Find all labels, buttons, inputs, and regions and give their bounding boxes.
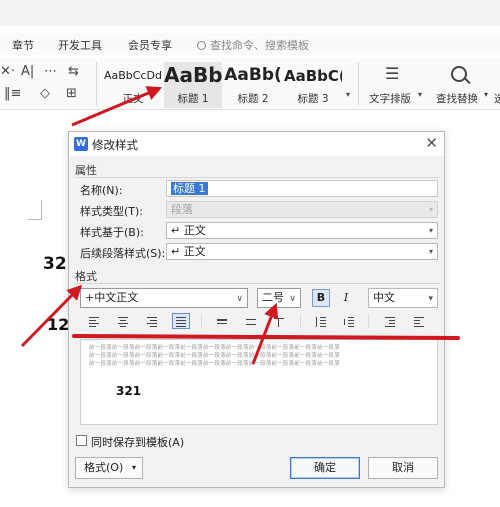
save-to-template-label[interactable]: 同时保存到模板(A): [91, 434, 184, 450]
dialog-title: 修改样式: [92, 138, 138, 152]
style-heading-2[interactable]: AaBb( 标题 2: [224, 62, 282, 108]
style-type-label: 样式类型(T):: [80, 205, 144, 218]
clear-format-icon[interactable]: ✕·: [0, 64, 15, 79]
chevron-down-icon: ▾: [418, 90, 423, 99]
line-spacing-icon[interactable]: ‖≡: [4, 86, 21, 101]
based-on-select[interactable]: ↵ 正文 ▾: [166, 222, 438, 239]
based-on-value: ↵ 正文: [171, 224, 206, 237]
menu-bar: 章节 开发工具 会员专享 查找命令、搜索模板: [0, 33, 500, 55]
name-label: 名称(N):: [80, 184, 123, 197]
cancel-button[interactable]: 取消: [368, 457, 438, 479]
search-icon: [197, 41, 206, 50]
menu-chapter[interactable]: 章节: [12, 37, 34, 53]
chevron-down-icon: ▾: [428, 205, 433, 214]
separator: [201, 314, 202, 328]
preview-sample-text: 321: [116, 384, 142, 398]
border-icon[interactable]: ⊞: [66, 86, 77, 101]
next-style-select[interactable]: ↵ 正文 ▾: [166, 243, 438, 260]
text-layout-icon[interactable]: ☰: [385, 64, 399, 83]
decrease-indent-button[interactable]: [381, 313, 399, 329]
line-spacing-15-button[interactable]: [242, 313, 260, 329]
format-menu-button[interactable]: 格式(O) ▾: [75, 457, 143, 479]
based-on-label: 样式基于(B):: [80, 226, 144, 239]
shading-icon[interactable]: ◇: [40, 86, 50, 101]
name-value: 标题 1: [171, 182, 208, 195]
style-type-select: 段落 ▾: [166, 201, 438, 218]
style-heading-3[interactable]: AaBbC( 标题 3: [284, 62, 342, 108]
font-select[interactable]: +中文正文 ∨: [80, 288, 248, 308]
format-section-label: 格式: [75, 270, 97, 283]
align-right-button[interactable]: [143, 313, 161, 329]
chevron-down-icon: ▾: [428, 247, 433, 256]
font-a-icon[interactable]: A|: [21, 64, 34, 79]
align-left-button[interactable]: [85, 313, 103, 329]
script-select[interactable]: 中文 ▾: [368, 288, 438, 308]
style-sample: AaBb: [164, 63, 222, 87]
line-spacing-single-button[interactable]: [213, 313, 231, 329]
dialog-titlebar[interactable]: W 修改样式 ✕: [69, 132, 444, 156]
increase-indent-button[interactable]: [410, 313, 428, 329]
style-name: 标题 1: [177, 93, 209, 105]
align-center-button[interactable]: [114, 313, 132, 329]
select-button[interactable]: 选: [494, 91, 500, 106]
separator: [96, 62, 97, 106]
page-corner-marker: [28, 200, 42, 220]
find-replace-button[interactable]: 查找替换: [436, 91, 478, 106]
style-sample: AaBb(: [224, 65, 282, 85]
script-value: 中文: [373, 291, 395, 304]
menu-member[interactable]: 会员专享: [128, 37, 172, 53]
next-style-value: ↵ 正文: [171, 245, 206, 258]
style-sample: AaBbC(: [284, 67, 342, 85]
command-search[interactable]: 查找命令、搜索模板: [197, 37, 309, 53]
title-bar: [0, 0, 500, 26]
name-field[interactable]: 标题 1: [166, 180, 438, 197]
menu-developer-tools[interactable]: 开发工具: [58, 37, 102, 53]
section-divider: [75, 177, 440, 178]
line-spacing-double-button[interactable]: [270, 313, 288, 329]
chevron-down-icon: ▾: [131, 463, 136, 472]
bold-button[interactable]: B: [312, 289, 330, 307]
chevron-down-icon: ∨: [236, 294, 243, 304]
style-type-value: 段落: [171, 203, 193, 216]
chevron-down-icon: ▾: [428, 294, 433, 304]
decrease-spacing-before-button[interactable]: [340, 313, 358, 329]
chevron-down-icon: ∨: [289, 294, 296, 304]
phonetic-icon[interactable]: ⋯: [44, 64, 57, 79]
save-to-template-checkbox[interactable]: [76, 435, 87, 446]
style-name: 正文: [122, 93, 144, 105]
justify-button[interactable]: [172, 313, 190, 329]
separator: [300, 314, 301, 328]
separator: [368, 314, 369, 328]
preview-previous-paragraph: 前一段落前一段落前一段落前一段落前一段落前一段落前一段落前一段落前一段落前一段落…: [89, 361, 340, 367]
style-heading-1[interactable]: AaBb 标题 1: [164, 62, 222, 108]
doc-text-32: 32: [43, 254, 67, 274]
preview-previous-paragraph: 前一段落前一段落前一段落前一段落前一段落前一段落前一段落前一段落前一段落前一段落…: [89, 345, 340, 351]
command-search-placeholder: 查找命令、搜索模板: [210, 39, 309, 52]
italic-button[interactable]: I: [337, 289, 355, 307]
format-menu-label: 格式(O): [84, 461, 124, 474]
ok-button[interactable]: 确定: [290, 457, 360, 479]
font-size-select[interactable]: 二号 ∨: [257, 288, 301, 308]
chevron-down-icon: ▾: [484, 90, 489, 99]
increase-spacing-before-button[interactable]: [312, 313, 330, 329]
close-icon[interactable]: ✕: [425, 134, 438, 152]
font-size-value: 二号: [262, 291, 284, 304]
wps-logo-icon: W: [74, 137, 88, 151]
list-icon[interactable]: ⇆: [68, 64, 79, 79]
separator: [358, 62, 359, 106]
properties-section-label: 属性: [75, 164, 97, 177]
next-style-label: 后续段落样式(S):: [80, 247, 166, 260]
gallery-expand-icon[interactable]: ▾: [346, 90, 350, 99]
style-sample: AaBbCcDd: [104, 69, 162, 82]
style-normal[interactable]: AaBbCcDd 正文: [104, 62, 162, 108]
style-preview: 前一段落前一段落前一段落前一段落前一段落前一段落前一段落前一段落前一段落前一段落…: [80, 339, 438, 425]
style-name: 标题 3: [297, 93, 329, 105]
font-value: +中文正文: [85, 291, 139, 304]
text-layout-button[interactable]: 文字排版: [369, 91, 411, 106]
section-divider: [75, 283, 440, 284]
chevron-down-icon: ▾: [428, 226, 433, 235]
style-name: 标题 2: [237, 93, 269, 105]
preview-previous-paragraph: 前一段落前一段落前一段落前一段落前一段落前一段落前一段落前一段落前一段落前一段落…: [89, 353, 340, 359]
